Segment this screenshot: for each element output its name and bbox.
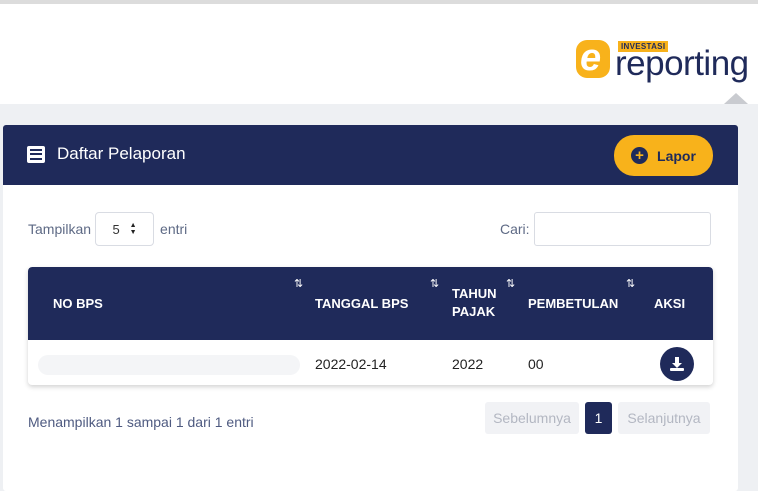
list-icon <box>27 145 45 163</box>
logo-badge: INVESTASI <box>618 41 669 52</box>
top-border <box>0 0 758 4</box>
header-pembetulan[interactable]: PEMBETULAN <box>528 295 618 313</box>
table-header: NO BPS ⇅ TANGGAL BPS ⇅ TAHUN PAJAK ⇅ PEM… <box>28 267 713 340</box>
pagination: Sebelumnya 1 Selanjutnya <box>485 402 710 434</box>
header-aksi: AKSI <box>654 296 686 311</box>
download-button[interactable] <box>660 347 694 381</box>
cell-tahun-pajak: 2022 <box>452 356 484 372</box>
show-label: Tampilkan <box>28 221 92 237</box>
sort-icon[interactable]: ⇅ <box>294 277 303 290</box>
report-list-card: Daftar Pelaporan + Lapor Tampilkan 5 ▲ ▼ … <box>3 125 738 491</box>
header-pajak[interactable]: PAJAK <box>452 303 495 321</box>
table-info: Menampilkan 1 sampai 1 dari 1 entri <box>28 414 254 430</box>
scroll-up-indicator <box>724 93 748 104</box>
prev-page-button[interactable]: Sebelumnya <box>485 402 579 434</box>
lapor-button[interactable]: + Lapor <box>614 135 713 176</box>
page-1-button[interactable]: 1 <box>585 402 612 434</box>
ereporting-logo: e reporting INVESTASI <box>574 38 758 84</box>
header-tanggal-bps[interactable]: TANGGAL BPS <box>315 295 408 313</box>
card-title-wrap: Daftar Pelaporan <box>27 144 186 164</box>
search-control: Cari: <box>500 212 711 246</box>
cell-tanggal-bps: 2022-02-14 <box>315 356 387 372</box>
header-tahun[interactable]: TAHUN <box>452 285 497 303</box>
download-icon <box>670 357 684 371</box>
plus-circle-icon: + <box>631 147 649 164</box>
page-size-select[interactable]: 5 ▲ ▼ <box>95 212 155 246</box>
sort-icon[interactable]: ⇅ <box>506 277 515 290</box>
page-size-value: 5 <box>112 221 120 237</box>
next-page-button[interactable]: Selanjutnya <box>618 402 710 434</box>
page-size-control: Tampilkan 5 ▲ ▼ entri <box>28 212 187 246</box>
cell-pembetulan: 00 <box>528 356 544 372</box>
cell-no-bps <box>38 355 300 375</box>
header-no-bps[interactable]: NO BPS <box>53 295 103 313</box>
search-label: Cari: <box>500 221 530 237</box>
sort-icon[interactable]: ⇅ <box>626 277 635 290</box>
sort-icon[interactable]: ⇅ <box>430 277 439 290</box>
logo-letter: e <box>580 37 602 79</box>
card-title: Daftar Pelaporan <box>57 144 186 163</box>
report-table: NO BPS ⇅ TANGGAL BPS ⇅ TAHUN PAJAK ⇅ PEM… <box>28 267 713 385</box>
search-input[interactable] <box>533 212 711 246</box>
select-arrows-icon: ▲ ▼ <box>129 222 137 236</box>
entries-label: entri <box>160 221 188 237</box>
lapor-button-label: Lapor <box>657 147 696 164</box>
card-header: Daftar Pelaporan + Lapor <box>3 125 738 185</box>
